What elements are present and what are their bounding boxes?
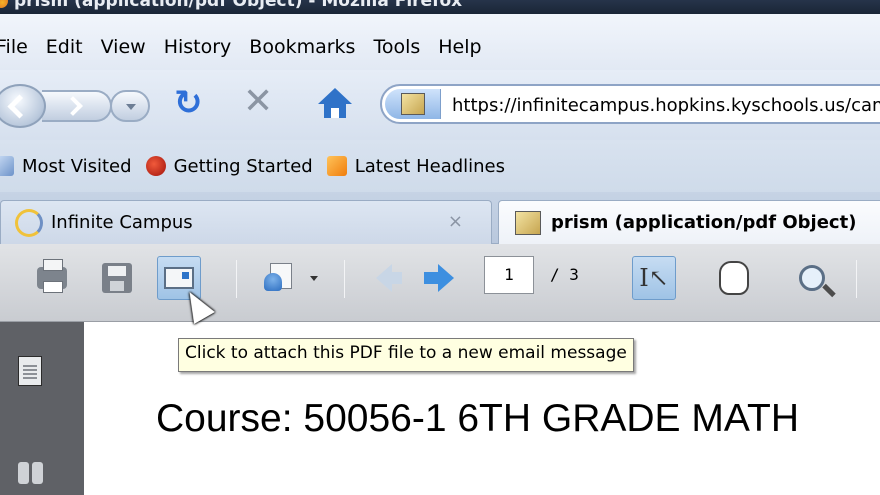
binoculars-icon[interactable]	[18, 462, 44, 484]
pdf-toolbar: I↖	[0, 244, 880, 322]
print-button[interactable]	[30, 256, 74, 300]
tab-label: Infinite Campus	[51, 212, 193, 233]
navigation-toolbar: ↻ ✕	[0, 70, 880, 140]
stop-icon[interactable]: ✕	[243, 84, 273, 120]
next-page-button[interactable]	[418, 256, 462, 300]
floppy-disk-icon	[102, 263, 132, 293]
bookmark-getting-started[interactable]: Getting Started	[145, 155, 313, 177]
arrow-left-icon	[376, 264, 402, 292]
text-select-icon: I↖	[639, 264, 669, 292]
email-icon	[164, 267, 194, 289]
back-button[interactable]	[0, 84, 46, 128]
share-icon	[264, 263, 292, 293]
menu-history[interactable]: History	[164, 36, 232, 58]
page-number-input[interactable]: 1	[484, 256, 534, 294]
home-icon[interactable]	[316, 88, 356, 122]
pages-icon[interactable]	[18, 356, 42, 386]
menu-file[interactable]: File	[0, 36, 28, 58]
menu-bookmarks[interactable]: Bookmarks	[249, 36, 355, 58]
reload-icon[interactable]: ↻	[174, 86, 203, 120]
hand-tool-button[interactable]	[712, 256, 756, 300]
firefox-icon	[0, 0, 8, 8]
toolbar-separator	[856, 260, 857, 298]
site-favicon-icon	[401, 93, 425, 115]
bookmark-most-visited[interactable]: Most Visited	[0, 156, 132, 177]
tooltip: Click to attach this PDF file to a new e…	[178, 338, 634, 372]
chevron-down-icon[interactable]	[310, 276, 318, 281]
window-title: prism (application/pdf Object) - Mozilla…	[14, 0, 463, 11]
toolbar-separator	[236, 260, 237, 298]
bookmark-label: Most Visited	[22, 155, 132, 177]
menu-edit[interactable]: Edit	[46, 36, 83, 58]
rss-feed-icon	[326, 156, 347, 176]
bookmark-latest-headlines[interactable]: Latest Headlines	[326, 155, 506, 177]
hand-icon	[719, 261, 749, 295]
site-favicon-icon	[515, 210, 541, 235]
getting-started-icon	[145, 156, 166, 176]
back-forward-group	[0, 84, 152, 128]
menu-tools[interactable]: Tools	[373, 36, 420, 58]
save-button[interactable]	[95, 256, 139, 300]
select-tool-button[interactable]: I↖	[632, 256, 676, 300]
bookmark-label: Latest Headlines	[354, 155, 506, 177]
tab-prism-pdf[interactable]: prism (application/pdf Object)	[498, 200, 880, 244]
url-input[interactable]	[452, 92, 880, 118]
magnifier-icon	[799, 265, 825, 291]
most-visited-icon	[0, 156, 14, 176]
share-button[interactable]	[256, 256, 300, 300]
window-title-bar: prism (application/pdf Object) - Mozilla…	[0, 0, 880, 14]
pdf-navigation-panel	[0, 322, 84, 495]
document-title: Course: 50056-1 6TH GRADE MATH	[156, 397, 799, 440]
tab-strip: Infinite Campus × prism (application/pdf…	[0, 192, 880, 244]
menu-bar: File Edit View History Bookmarks Tools H…	[0, 14, 880, 70]
menu-view[interactable]: View	[101, 36, 146, 58]
loading-throbber-icon	[15, 208, 43, 237]
toolbar-separator	[344, 260, 345, 298]
page-total: / 3	[550, 265, 579, 284]
arrow-right-icon	[424, 264, 454, 292]
site-identity-button[interactable]	[385, 89, 441, 119]
printer-icon	[37, 259, 67, 293]
history-dropdown-button[interactable]	[110, 90, 150, 122]
url-bar[interactable]	[380, 84, 880, 124]
zoom-tool-button[interactable]	[790, 256, 834, 300]
forward-button[interactable]	[42, 90, 112, 122]
bookmark-label: Getting Started	[173, 155, 313, 177]
close-tab-icon[interactable]: ×	[448, 211, 463, 232]
bookmarks-bar: Most Visited Getting Started Latest Head…	[0, 140, 880, 192]
tab-infinite-campus[interactable]: Infinite Campus ×	[0, 200, 492, 244]
menu-help[interactable]: Help	[438, 36, 481, 58]
previous-page-button[interactable]	[362, 256, 406, 300]
tab-label: prism (application/pdf Object)	[551, 212, 857, 233]
